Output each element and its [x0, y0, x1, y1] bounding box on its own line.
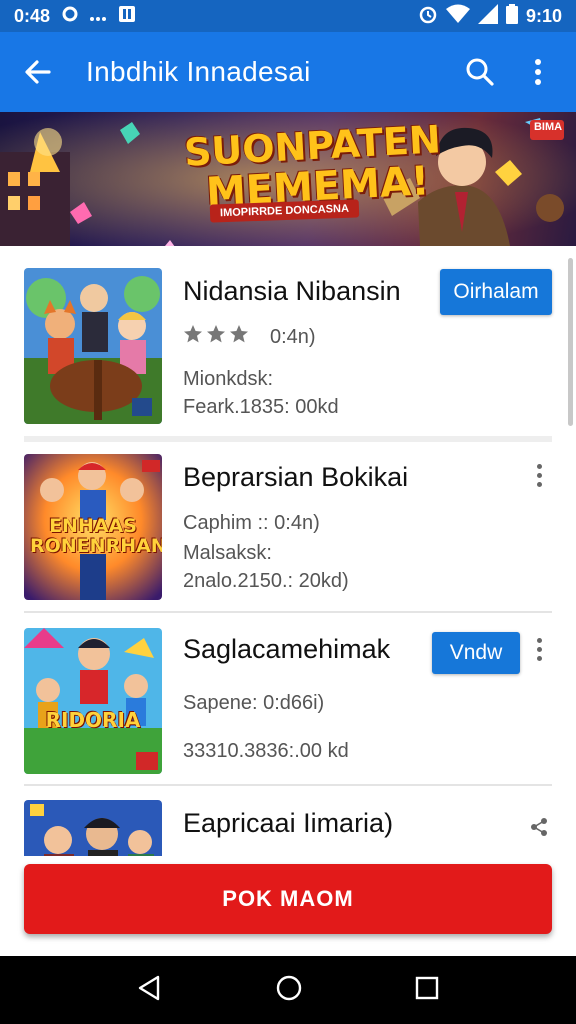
game-meta: Sapene: 0:d66i) [183, 692, 325, 714]
divider [24, 611, 552, 613]
game-title[interactable]: Saglacamehimak [183, 634, 390, 665]
share-icon[interactable] [530, 818, 548, 841]
app-bar: Inbdhik Innadesai [0, 32, 576, 112]
status-right-time: 9:10 [525, 5, 562, 26]
list-item[interactable]: RIDORIA Saglacamehimak Vndw Sapene: 0:d6… [0, 614, 576, 784]
game-meta: 33310.3836:.00 kd [183, 740, 349, 762]
game-meta: 2nalo.2150.: 20kd) [183, 570, 349, 592]
notification-ring-icon [62, 6, 78, 27]
signal-icon [477, 3, 498, 29]
list-item[interactable]: Eapricaai Iimaria) [0, 786, 576, 856]
game-list[interactable]: Nidansia Nibansin 0:4n) Mionkdsk: Feark.… [0, 246, 576, 856]
system-nav-bar [0, 956, 576, 1024]
game-thumbnail[interactable] [24, 800, 162, 856]
game-title[interactable]: Eapricaai Iimaria) [183, 808, 393, 839]
more-options-icon[interactable] [533, 638, 545, 661]
star-icon [230, 325, 248, 343]
view-button[interactable]: Vndw [432, 632, 520, 674]
alarm-icon [418, 4, 438, 29]
game-meta: Malsaksk: [183, 542, 272, 564]
game-thumbnail[interactable]: RIDORIA [24, 628, 162, 774]
search-icon[interactable] [460, 52, 500, 92]
app-notification-icon [118, 5, 136, 28]
game-thumbnail[interactable]: ENHAAS RONENRHAN [24, 454, 162, 600]
wifi-icon [445, 4, 470, 29]
back-arrow-icon[interactable] [18, 52, 58, 92]
rating-stars [183, 324, 249, 344]
scrollbar[interactable] [568, 258, 573, 426]
list-item[interactable]: Nidansia Nibansin 0:4n) Mionkdsk: Feark.… [0, 246, 576, 436]
nav-recents-icon[interactable] [414, 975, 440, 1006]
thumbnail-logo-text: RIDORIA [45, 708, 141, 732]
page-title: Inbdhik Innadesai [86, 56, 311, 87]
rating-text: 0:4n) [270, 326, 316, 348]
star-icon [184, 325, 202, 343]
game-thumbnail[interactable] [24, 268, 162, 424]
star-icon [207, 325, 225, 343]
more-options-icon[interactable] [533, 464, 545, 487]
thumbnail-logo-text: ENHAAS RONENRHAN [30, 515, 162, 557]
nav-back-icon[interactable] [136, 974, 164, 1007]
game-meta: Caphim :: 0:4n) [183, 512, 320, 534]
primary-action-button[interactable]: POK MAOM [24, 864, 552, 934]
overflow-menu-icon[interactable] [518, 52, 558, 92]
nav-home-icon[interactable] [275, 974, 303, 1007]
install-button[interactable]: Oirhalam [440, 269, 552, 315]
more-notifications-icon [90, 6, 107, 27]
banner-corner-badge: BIMA [533, 121, 563, 133]
game-title[interactable]: Beprarsian Bokikai [183, 462, 408, 493]
divider [24, 436, 552, 442]
status-bar: 0:48 9:10 [0, 0, 576, 32]
status-time: 0:48 [14, 5, 51, 26]
battery-icon [505, 3, 518, 29]
game-meta: Feark.1835: 00kd [183, 396, 339, 418]
game-title[interactable]: Nidansia Nibansin [183, 276, 401, 307]
promo-banner[interactable]: SUONPATEN MEMEMA! IMOPIRRDE DONCASNA BIM… [0, 112, 576, 246]
list-item[interactable]: ENHAAS RONENRHAN Beprarsian Bokikai Caph… [0, 444, 576, 612]
game-meta: Mionkdsk: [183, 368, 274, 390]
